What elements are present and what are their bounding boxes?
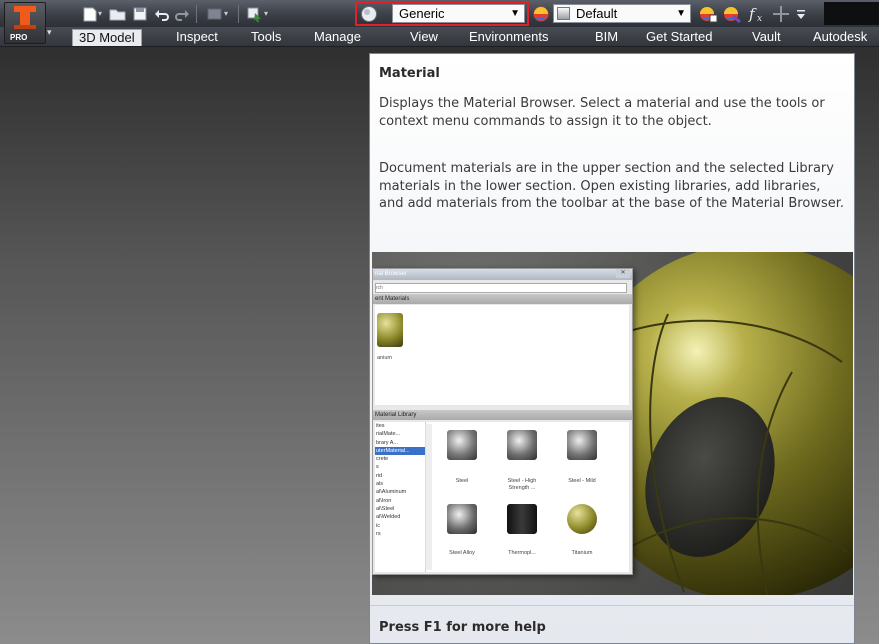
swatch-label: Titanium (571, 550, 593, 556)
clear-appearance-icon (724, 6, 741, 23)
quick-access-toolbar: PRO ▾ ▾ ▾ ▾ Generic ▼ Default ▼ f x (0, 0, 879, 44)
save-icon (133, 7, 147, 20)
preview-library-section-header: Material Library (373, 410, 632, 420)
measure-button[interactable] (770, 4, 792, 23)
tree-item: rid (376, 472, 383, 479)
swatch-label: Steel Alloy (449, 550, 475, 556)
thermoplastic-swatch-icon (507, 504, 537, 534)
folder-open-icon (109, 9, 126, 20)
tab-3d-model[interactable]: 3D Model (72, 29, 142, 46)
appearance-browser-button[interactable] (531, 4, 551, 23)
material-browser-preview: rial Browser ✕ rch ent Materials anium M… (372, 268, 633, 575)
parameters-button[interactable]: fx (746, 4, 768, 23)
swatch-label: Steel (455, 478, 469, 484)
new-document-icon (83, 7, 97, 21)
open-button[interactable] (108, 4, 128, 23)
tree-item: crete (376, 456, 389, 463)
preview-document-item-label: anium (377, 355, 392, 361)
new-button[interactable]: ▾ (77, 4, 107, 23)
preview-document-section-header: ent Materials (373, 294, 632, 304)
tree-item: rs (376, 530, 381, 537)
appearance-sphere-icon (533, 6, 549, 21)
tooltip-detail: Document materials are in the upper sect… (379, 161, 844, 211)
separator (238, 5, 239, 23)
inventor-window: PRO ▾ ▾ ▾ ▾ Generic ▼ Default ▼ f x 3D M… (0, 0, 879, 644)
save-button[interactable] (131, 4, 149, 23)
return-button[interactable]: ▾ (202, 4, 232, 23)
chevron-down-icon: ▾ (47, 28, 52, 38)
redo-button[interactable] (173, 4, 191, 23)
svg-text:f: f (748, 5, 757, 23)
ribbon-tab-bar: 3D Model Inspect Tools Manage View Envir… (0, 27, 879, 47)
preview-tree-scrollbar (425, 424, 432, 570)
tab-environments[interactable]: Environments (463, 29, 554, 46)
redo-icon (175, 9, 189, 21)
appearance-dropdown[interactable]: Default ▼ (553, 4, 691, 23)
tree-item: al\Iron (376, 497, 392, 504)
swatch-label: Steel - High Strength ... (507, 478, 537, 491)
tooltip-divider (370, 605, 854, 606)
tree-item-selected: uterMaterial... (375, 446, 425, 456)
tab-inspect[interactable]: Inspect (170, 29, 224, 46)
preview-library-tree: ites rialMate... brary A... uterMaterial… (375, 422, 426, 572)
crosshair-icon (773, 5, 789, 22)
tab-bim[interactable]: BIM (589, 29, 624, 46)
highlight-frame (355, 1, 529, 26)
function-fx-icon: fx (748, 5, 762, 23)
tab-tools[interactable]: Tools (245, 29, 287, 46)
customize-toolbar-button[interactable] (795, 4, 807, 23)
tree-item: al\Steel (376, 505, 395, 512)
undo-button[interactable] (153, 4, 171, 23)
titanium-swatch-icon (377, 313, 403, 347)
tree-item: al\Welded (376, 514, 401, 521)
tab-vault[interactable]: Vault (746, 29, 787, 46)
tab-autodesk[interactable]: Autodesk (807, 29, 873, 46)
tree-item: al\Aluminum (376, 489, 407, 496)
chevron-down-icon (797, 9, 805, 19)
steel-high-strength-swatch-icon (507, 430, 537, 460)
steel-mild-swatch-icon (567, 430, 597, 460)
appearance-swatch-icon (557, 7, 570, 20)
preview-library-area: ites rialMate... brary A... uterMaterial… (375, 422, 629, 572)
tooltip-description: Displays the Material Browser. Select a … (379, 96, 825, 129)
pro-badge: PRO (10, 33, 28, 42)
tree-item: rialMate... (376, 431, 401, 438)
tree-item: als (376, 481, 384, 488)
chevron-down-icon: ▼ (676, 8, 686, 19)
close-icon: ✕ (616, 269, 630, 278)
titanium-swatch-icon (567, 504, 597, 534)
tooltip-preview-image: rial Browser ✕ rch ent Materials anium M… (372, 252, 853, 595)
adjust-appearance-icon (700, 6, 718, 22)
tab-view[interactable]: View (404, 29, 444, 46)
adjust-appearance-button[interactable] (697, 4, 719, 23)
tree-item: s (376, 464, 379, 471)
steel-swatch-icon (447, 430, 477, 460)
clear-appearance-button[interactable] (721, 4, 743, 23)
preview-search-field: rch (375, 283, 627, 293)
swatch-label: Thermopl... (508, 550, 536, 556)
application-menu-button[interactable]: PRO ▾ (4, 2, 52, 44)
search-box-area[interactable] (824, 2, 879, 25)
undo-icon (155, 9, 169, 21)
preview-document-area: anium (375, 305, 629, 405)
select-button[interactable]: ▾ (242, 4, 272, 23)
preview-title-bar: rial Browser ✕ (373, 269, 632, 280)
svg-text:x: x (757, 14, 762, 23)
appearance-dropdown-value: Default (576, 6, 618, 21)
tree-item: ic (376, 522, 380, 529)
steel-alloy-swatch-icon (447, 504, 477, 534)
swatch-label: Steel - Mild (568, 478, 596, 484)
tree-item: ites (376, 423, 385, 429)
material-tooltip: Material Displays the Material Browser. … (369, 53, 855, 644)
tab-get-started[interactable]: Get Started (640, 29, 718, 46)
tree-item: brary A... (376, 439, 399, 446)
tooltip-help-hint: Press F1 for more help (379, 620, 546, 635)
separator (196, 5, 197, 23)
tab-manage[interactable]: Manage (308, 29, 367, 46)
return-icon (207, 8, 222, 19)
select-cursor-icon (247, 7, 261, 22)
tooltip-title: Material (379, 66, 440, 81)
